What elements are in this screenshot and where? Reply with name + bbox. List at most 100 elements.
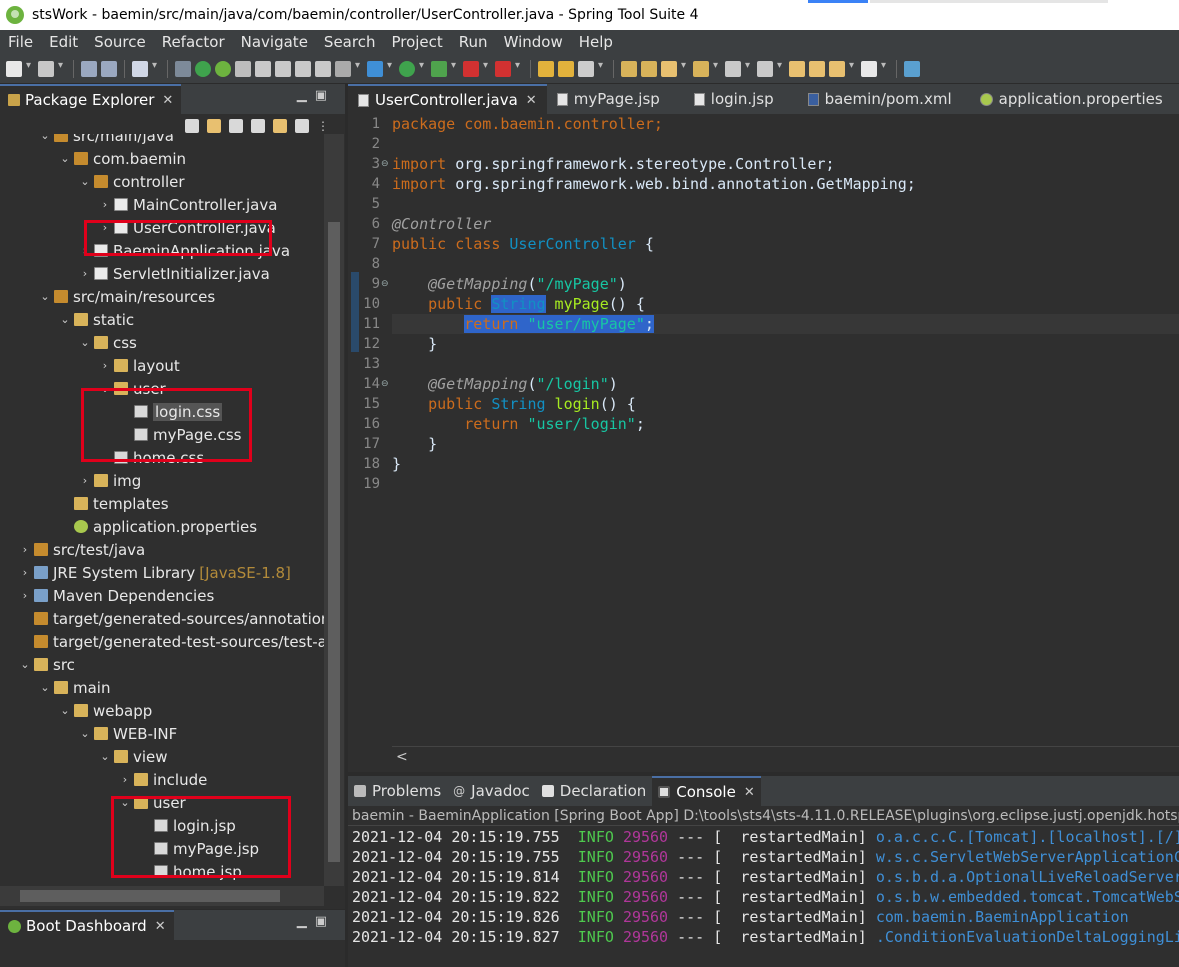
fold-toggle-icon[interactable]: ⊖ — [381, 379, 389, 389]
tree-item[interactable]: ⌄ view — [98, 745, 172, 768]
menu-file[interactable]: File — [0, 33, 41, 51]
expanded-arrow-icon[interactable]: ⌄ — [58, 152, 72, 165]
tab-javadoc[interactable]: @ Javadoc — [447, 776, 536, 806]
terminal-dropdown-icon[interactable] — [152, 60, 160, 77]
back-dropdown-icon[interactable] — [849, 60, 857, 77]
pilcrow-dropdown-icon[interactable] — [355, 60, 363, 77]
tree-item[interactable]: › src/test/java — [18, 538, 149, 561]
editor-tab-mypage-jsp[interactable]: myPage.jsp — [547, 84, 670, 114]
external-tools-dropdown-icon[interactable] — [515, 60, 523, 77]
tree-item[interactable]: › Maven Dependencies — [18, 584, 218, 607]
close-icon[interactable]: ✕ — [155, 919, 166, 934]
fold-toggle-icon[interactable]: ⊖ — [381, 159, 389, 169]
format-icon[interactable] — [295, 60, 311, 77]
back-icon[interactable] — [829, 60, 845, 77]
tree-item[interactable]: ⌄ src — [18, 653, 79, 676]
tree-item[interactable]: application.properties — [58, 515, 261, 538]
external-tools-icon[interactable] — [495, 60, 511, 77]
tree-item[interactable]: › img — [78, 469, 145, 492]
package-explorer-vertical-scrollbar[interactable] — [324, 134, 344, 886]
menu-run[interactable]: Run — [451, 33, 496, 51]
search-icon[interactable] — [275, 60, 291, 77]
menu-project[interactable]: Project — [383, 33, 450, 51]
tab-declaration[interactable]: Declaration — [536, 776, 652, 806]
editor-tab-pom-xml[interactable]: baemin/pom.xml — [798, 84, 962, 114]
editor-tab-usercontroller[interactable]: UserController.java ✕ — [348, 84, 547, 114]
tree-item[interactable]: target/generated-sources/annotations — [18, 607, 324, 630]
new-java-package-icon[interactable] — [538, 60, 554, 77]
code-area[interactable]: package com.baemin.controller; import or… — [392, 114, 1179, 744]
menu-search[interactable]: Search — [316, 33, 384, 51]
collapsed-arrow-icon[interactable]: › — [98, 359, 112, 372]
forward-icon[interactable] — [861, 60, 877, 77]
editor-tab-application-properties[interactable]: application.properties — [970, 84, 1173, 114]
boot-start-icon[interactable] — [195, 60, 211, 77]
tree-item[interactable]: ⌄ WEB-INF — [78, 722, 181, 745]
tree-item[interactable]: target/generated-test-sources/test-annot… — [18, 630, 324, 653]
open-folder-dropdown-icon[interactable] — [713, 60, 721, 77]
expanded-arrow-icon[interactable]: ⌄ — [38, 134, 52, 142]
menu-help[interactable]: Help — [571, 33, 621, 51]
collapsed-arrow-icon[interactable]: › — [98, 198, 112, 211]
menu-navigate[interactable]: Navigate — [233, 33, 316, 51]
collapse-all-icon[interactable] — [251, 119, 265, 133]
expanded-arrow-icon[interactable]: ⌄ — [98, 750, 112, 763]
link-editor-icon[interactable] — [273, 119, 287, 133]
spring-icon[interactable] — [215, 60, 231, 77]
tree-item[interactable]: ⌄ css — [78, 331, 141, 354]
coverage-dropdown-icon[interactable] — [451, 60, 459, 77]
debug-icon[interactable] — [367, 60, 383, 77]
new-class-icon[interactable] — [558, 60, 574, 77]
tree-item[interactable]: › ServletInitializer.java — [78, 262, 274, 285]
tree-item[interactable]: ⌄ webapp — [58, 699, 156, 722]
package-explorer-horizontal-scrollbar[interactable] — [0, 886, 324, 906]
close-icon[interactable]: ✕ — [162, 93, 173, 108]
tool-icon[interactable] — [235, 60, 251, 77]
save-icon[interactable] — [81, 60, 97, 77]
pin-icon[interactable] — [757, 60, 773, 77]
package-explorer-tab[interactable]: Package Explorer ✕ — [0, 84, 182, 114]
collapsed-arrow-icon[interactable]: › — [18, 589, 32, 602]
pilcrow-icon[interactable] — [335, 60, 351, 77]
run-icon[interactable] — [399, 60, 415, 77]
forward-edit-icon[interactable] — [809, 60, 825, 77]
editor-tab-login-jsp[interactable]: login.jsp — [684, 84, 784, 114]
tree-item[interactable]: › MainController.java — [98, 193, 281, 216]
minimize-maximize-icons[interactable]: ▁▣ — [297, 88, 335, 103]
close-icon[interactable]: ✕ — [744, 785, 755, 800]
open-folder-icon[interactable] — [693, 60, 709, 77]
forward-dropdown-icon[interactable] — [881, 60, 889, 77]
tree-item[interactable]: ⌄ com.baemin — [58, 147, 190, 170]
collapsed-arrow-icon[interactable]: › — [18, 543, 32, 556]
menu-refactor[interactable]: Refactor — [154, 33, 233, 51]
expanded-arrow-icon[interactable]: ⌄ — [18, 658, 32, 671]
terminal-icon[interactable] — [132, 60, 148, 77]
expanded-arrow-icon[interactable]: ⌄ — [78, 175, 92, 188]
skip-breakpoints-icon[interactable] — [175, 60, 191, 77]
tree-item[interactable]: › include — [118, 768, 211, 791]
stop-icon[interactable] — [463, 60, 479, 77]
menu-source[interactable]: Source — [86, 33, 154, 51]
debug-dropdown-icon[interactable] — [387, 60, 395, 77]
fold-toggle-icon[interactable]: ⊖ — [381, 279, 389, 289]
new-project-dropdown-icon[interactable] — [58, 60, 66, 77]
expanded-arrow-icon[interactable]: ⌄ — [38, 290, 52, 303]
run-dropdown-icon[interactable] — [419, 60, 427, 77]
new-project-icon[interactable] — [38, 60, 54, 77]
tree-item[interactable]: ⌄ src/main/resources — [38, 285, 219, 308]
forward-arrow-icon[interactable] — [207, 119, 221, 133]
open-type-icon[interactable] — [621, 60, 637, 77]
expanded-arrow-icon[interactable]: ⌄ — [38, 681, 52, 694]
pencil-dropdown-icon[interactable] — [681, 60, 689, 77]
new-dropdown-icon[interactable] — [26, 60, 34, 77]
view-menu-icon[interactable]: ⋮ — [317, 119, 331, 133]
up-icon[interactable] — [229, 119, 243, 133]
pin-dropdown-icon[interactable] — [777, 60, 785, 77]
editor-horizontal-scrollbar[interactable]: < — [392, 746, 1179, 768]
filter-icon[interactable] — [295, 119, 309, 133]
new-wizard-dropdown-icon[interactable] — [598, 60, 606, 77]
menu-window[interactable]: Window — [496, 33, 571, 51]
tree-item[interactable]: templates — [58, 492, 173, 515]
annotation-icon[interactable] — [725, 60, 741, 77]
tree-item[interactable]: › JRE System Library [JavaSE-1.8] — [18, 561, 291, 584]
